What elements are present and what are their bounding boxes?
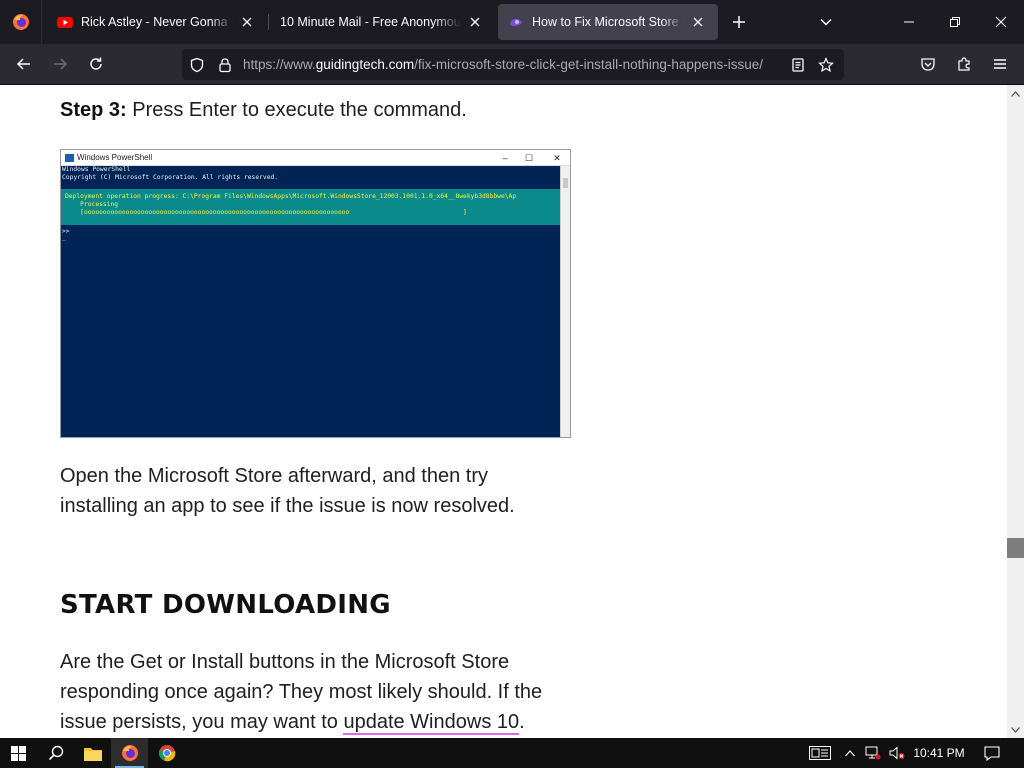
chrome-icon	[158, 745, 175, 762]
arrow-right-icon	[54, 58, 68, 70]
close-tab-icon[interactable]	[465, 12, 485, 32]
show-hidden-icons-chevron-icon[interactable]	[840, 738, 860, 768]
firefox-icon	[12, 14, 29, 30]
restore-button[interactable]	[932, 0, 978, 44]
section-heading: START DOWNLOADING	[60, 590, 391, 620]
minimize-icon: –	[502, 153, 508, 163]
extensions-button[interactable]	[950, 50, 978, 78]
app-menu-button[interactable]	[986, 50, 1014, 78]
minimize-button[interactable]	[886, 0, 932, 44]
powershell-console: Windows PowerShell Copyright (C) Microso…	[61, 166, 560, 437]
minimize-icon	[904, 21, 914, 23]
close-icon: ✕	[553, 153, 561, 163]
closing-end: .	[519, 711, 525, 733]
firefox-taskbar-button[interactable]	[111, 738, 148, 768]
maximize-icon: ☐	[524, 153, 534, 163]
tracking-protection-shield-icon[interactable]	[187, 55, 207, 75]
progress-bar-line: [ooooooooooooooooooooooooooooooooooooooo…	[65, 209, 467, 216]
scroll-up-arrow[interactable]	[1007, 85, 1024, 102]
step-paragraph: Step 3: Press Enter to execute the comma…	[60, 95, 580, 125]
progress-line: Deployment operation progress: C:\Progra…	[65, 193, 517, 200]
tab-10-minute-mail[interactable]: 10 Minute Mail - Free Anonymous Temporar…	[270, 4, 495, 40]
console-line: Copyright (C) Microsoft Corporation. All…	[62, 174, 279, 181]
back-button[interactable]	[10, 50, 38, 78]
file-explorer-icon	[83, 747, 102, 761]
tab-guidingtech[interactable]: How to Fix Microsoft Store Click Get Ins…	[498, 4, 718, 40]
search-button[interactable]	[37, 738, 74, 768]
tab-title: How to Fix Microsoft Store Click Get Ins…	[532, 15, 684, 29]
windows-start-icon	[11, 745, 26, 761]
progress-banner: Deployment operation progress: C:\Progra…	[61, 189, 560, 225]
plus-icon	[733, 16, 745, 28]
powershell-window-title: Windows PowerShell	[77, 153, 153, 162]
scroll-thumb[interactable]	[1007, 538, 1024, 558]
arrow-left-icon	[16, 58, 30, 70]
reload-icon	[90, 57, 102, 70]
list-all-tabs-button[interactable]	[814, 10, 838, 34]
close-icon	[995, 16, 1007, 28]
tab-bar: Rick Astley - Never Gonna Give You Up 10…	[0, 0, 1024, 44]
tab-youtube[interactable]: Rick Astley - Never Gonna Give You Up	[47, 4, 267, 40]
update-windows-link[interactable]: update Windows 10	[343, 711, 520, 735]
pocket-icon	[921, 58, 935, 71]
url-path: /fix-microsoft-store-click-get-install-n…	[414, 57, 763, 72]
console-cursor: _	[62, 234, 66, 241]
powershell-titlebar: Windows PowerShell – ☐ ✕	[61, 150, 570, 166]
page-content: Step 3: Press Enter to execute the comma…	[0, 85, 1007, 738]
search-icon	[48, 745, 63, 761]
url-text[interactable]: https://www.guidingtech.com/fix-microsof…	[243, 49, 781, 80]
after-paragraph: Open the Microsoft Store afterward, and …	[60, 465, 515, 517]
scroll-down-arrow[interactable]	[1007, 721, 1024, 738]
chevron-up-icon	[1011, 90, 1020, 97]
firefox-view-button[interactable]	[0, 0, 42, 44]
windows-taskbar: 10:41 PM	[0, 738, 1024, 768]
puzzle-piece-icon	[958, 57, 970, 71]
step-text: Press Enter to execute the command.	[126, 99, 467, 121]
close-window-button[interactable]	[978, 0, 1024, 44]
progress-line: Processing	[65, 201, 119, 208]
firefox-icon	[121, 745, 138, 761]
tab-separator	[268, 14, 269, 30]
bookmark-star-icon[interactable]	[816, 55, 836, 75]
volume-muted-icon[interactable]	[886, 738, 908, 768]
tab-title: Rick Astley - Never Gonna Give You Up	[81, 15, 233, 29]
start-button[interactable]	[0, 738, 37, 768]
taskbar-clock[interactable]: 10:41 PM	[908, 738, 970, 768]
powershell-scrollbar	[560, 166, 570, 437]
notification-center-icon[interactable]	[978, 738, 1006, 768]
reload-button[interactable]	[82, 50, 110, 78]
chrome-taskbar-button[interactable]	[148, 738, 185, 768]
forward-button[interactable]	[46, 50, 74, 78]
closing-paragraph: Are the Get or Install buttons in the Mi…	[60, 647, 550, 737]
chevron-down-icon	[820, 18, 832, 26]
guidingtech-icon	[510, 18, 522, 26]
navigation-toolbar: https://www.guidingtech.com/fix-microsof…	[0, 44, 1024, 85]
tab-title: 10 Minute Mail - Free Anonymous Temporar…	[280, 15, 461, 29]
address-bar[interactable]: https://www.guidingtech.com/fix-microsof…	[182, 49, 844, 80]
powershell-screenshot: Windows PowerShell – ☐ ✕ Windows PowerSh…	[60, 149, 571, 438]
url-scheme: https://www.	[243, 57, 316, 72]
close-tab-icon[interactable]	[237, 12, 257, 32]
hamburger-menu-icon	[994, 59, 1006, 69]
powershell-icon	[65, 154, 74, 162]
lock-icon[interactable]	[215, 55, 235, 75]
step-label: Step 3:	[60, 99, 127, 121]
page-scrollbar[interactable]	[1007, 85, 1024, 738]
url-host: guidingtech.com	[315, 57, 415, 72]
restore-icon	[950, 17, 960, 27]
pocket-button[interactable]	[914, 50, 942, 78]
reader-view-icon[interactable]	[788, 55, 808, 75]
new-tab-button[interactable]	[727, 10, 751, 34]
network-icon[interactable]	[862, 738, 884, 768]
input-indicator-icon[interactable]	[806, 738, 834, 768]
chevron-down-icon	[1011, 726, 1020, 733]
close-tab-icon[interactable]	[688, 12, 708, 32]
scroll-thumb	[563, 178, 568, 188]
youtube-icon	[57, 17, 73, 28]
file-explorer-button[interactable]	[74, 738, 111, 768]
console-line: Windows PowerShell	[62, 166, 131, 173]
